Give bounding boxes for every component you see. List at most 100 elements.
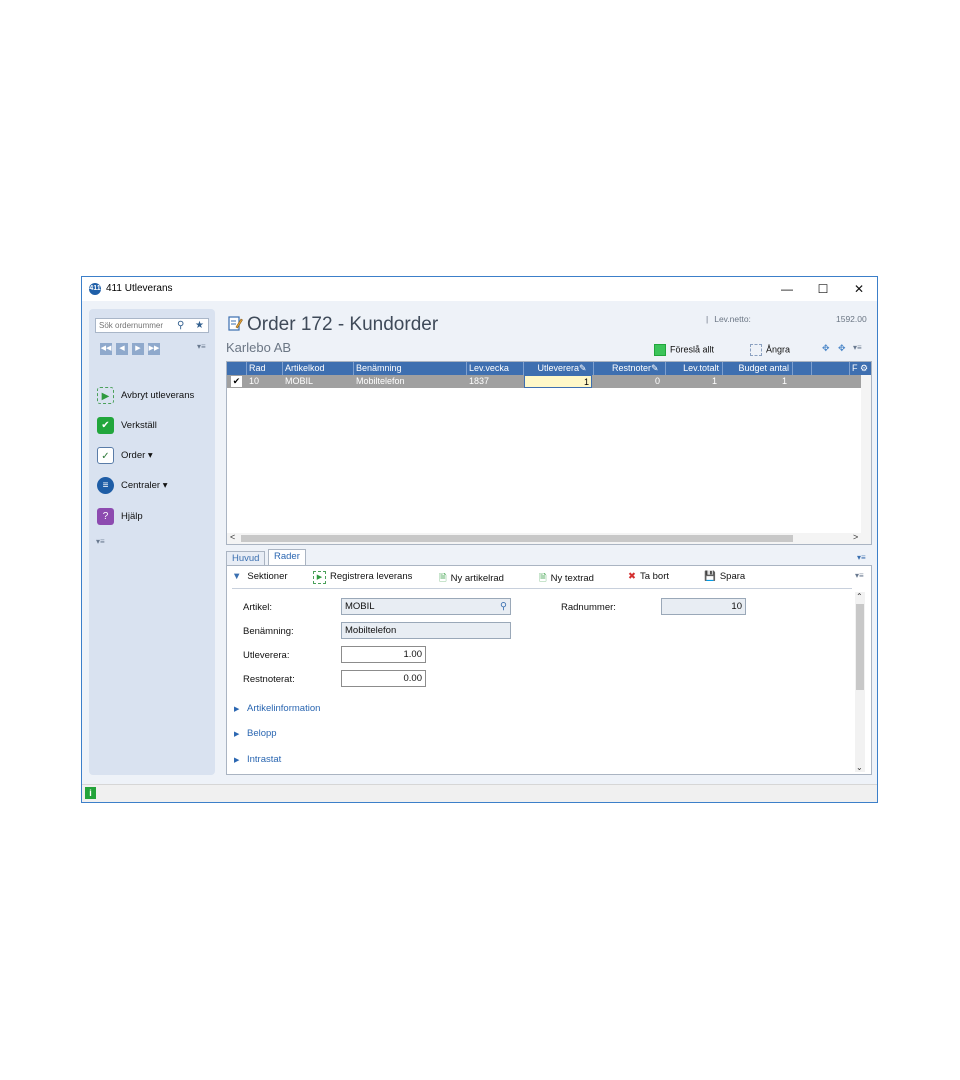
- artikel-search-icon[interactable]: ⚲: [500, 599, 507, 614]
- help-icon: ?: [97, 508, 114, 525]
- collapse-rows-icon[interactable]: ✥: [838, 343, 846, 354]
- col-empty-1[interactable]: [793, 362, 812, 375]
- cell-levvecka: 1837: [469, 376, 490, 386]
- previous-record-icon[interactable]: ◀: [116, 343, 128, 355]
- expand-rows-icon[interactable]: ✥: [822, 343, 830, 354]
- ny-textrad-button[interactable]: 🗎 Ny textrad: [539, 571, 594, 587]
- actions-options-icon[interactable]: ▾≡: [96, 537, 105, 546]
- close-button[interactable]: ✕: [841, 279, 877, 299]
- scroll-down-icon[interactable]: ⌄: [856, 763, 863, 772]
- tab-huvud[interactable]: Huvud: [226, 551, 266, 566]
- section-intrastat[interactable]: Intrastat: [247, 754, 281, 765]
- ta-bort-label: Ta bort: [639, 571, 670, 582]
- avbryt-utleverans-label: Avbryt utleverans: [121, 390, 195, 401]
- client-area: ⚲ ★ ◀◀ ◀ ▶ ▶▶ ▾≡ ▶ Avbryt utleverans ✔ V…: [82, 301, 877, 785]
- cell-benamning: Mobiltelefon: [356, 376, 405, 386]
- scroll-left-icon[interactable]: <: [230, 532, 235, 542]
- info-icon[interactable]: i: [85, 787, 96, 799]
- registrera-leverans-button[interactable]: ▶ Registrera leverans: [313, 571, 412, 584]
- col-rad[interactable]: Rad: [247, 362, 283, 375]
- ta-bort-button[interactable]: ✖ Ta bort: [628, 571, 669, 582]
- grid-options-icon[interactable]: ▾≡: [853, 343, 862, 352]
- paperclip-icon: ✎: [579, 363, 587, 373]
- row-checkbox[interactable]: ✔: [231, 376, 242, 387]
- section-belopp[interactable]: Belopp: [247, 728, 277, 739]
- lev-netto-label-text: Lev.netto:: [714, 314, 751, 324]
- undo-icon: [750, 344, 762, 356]
- expand-arrow-icon[interactable]: ▶: [234, 705, 239, 713]
- sidebar: ⚲ ★ ◀◀ ◀ ▶ ▶▶ ▾≡ ▶ Avbryt utleverans ✔ V…: [89, 309, 215, 775]
- col-select: [227, 362, 247, 375]
- suggest-all-icon: [654, 344, 666, 356]
- col-benamning[interactable]: Benämning: [354, 362, 467, 375]
- utleverera-label: Utleverera:: [243, 650, 290, 661]
- spara-button[interactable]: 💾 Spara: [704, 571, 745, 582]
- cell-utleverera-editor[interactable]: 1: [524, 375, 592, 388]
- grid-vertical-scrollbar[interactable]: [861, 375, 871, 533]
- angra-button[interactable]: Ångra: [750, 344, 790, 356]
- scroll-right-icon[interactable]: >: [853, 532, 858, 542]
- order-search: ⚲ ★: [95, 318, 209, 333]
- col-empty-2[interactable]: [812, 362, 850, 375]
- grid-scroll-thumb[interactable]: [241, 535, 793, 542]
- panel-options-icon[interactable]: ▾≡: [855, 571, 864, 580]
- restnoterat-field[interactable]: 0.00: [341, 670, 426, 687]
- order-search-input[interactable]: [96, 319, 175, 332]
- registrera-leverans-label: Registrera leverans: [330, 571, 413, 582]
- cell-budget-antal: 1: [781, 376, 787, 386]
- order-menu-button[interactable]: ✓ Order ▾: [97, 446, 213, 466]
- radnummer-field: 10: [661, 598, 746, 615]
- tab-rader[interactable]: Rader: [268, 549, 306, 566]
- status-bar: i: [82, 784, 877, 802]
- col-budget-antal[interactable]: Budget antal: [723, 362, 793, 375]
- centraler-label: Centraler ▾: [121, 480, 168, 491]
- sektioner-button[interactable]: ▼ Sektioner: [232, 571, 288, 582]
- favorite-star-icon[interactable]: ★: [195, 319, 204, 332]
- maximize-button[interactable]: ☐: [805, 279, 841, 299]
- wrench-icon[interactable]: ⚙: [860, 362, 868, 375]
- foresla-allt-button[interactable]: Föreslå allt: [654, 344, 714, 356]
- hjalp-button[interactable]: ? Hjälp: [97, 507, 213, 527]
- foresla-allt-label: Föreslå allt: [670, 344, 715, 355]
- spara-label: Spara: [719, 571, 746, 582]
- lev-netto-value: 1592.00: [836, 314, 867, 324]
- edit-order-icon: [228, 316, 243, 331]
- utleverera-field[interactable]: 1.00: [341, 646, 426, 663]
- verkstall-button[interactable]: ✔ Verkställ: [97, 416, 213, 436]
- delete-icon: ✖: [628, 571, 636, 582]
- col-levtotalt[interactable]: Lev.totalt: [666, 362, 723, 375]
- sidebar-options-icon[interactable]: ▾≡: [197, 342, 206, 351]
- central-icon: ≡: [97, 477, 114, 494]
- col-levvecka[interactable]: Lev.vecka: [467, 362, 524, 375]
- grid-horizontal-scrollbar[interactable]: < >: [227, 532, 871, 544]
- centraler-menu-button[interactable]: ≡ Centraler ▾: [97, 476, 213, 496]
- first-record-icon[interactable]: ◀◀: [100, 343, 112, 355]
- cell-restnoter: 0: [654, 376, 660, 386]
- artikel-field[interactable]: MOBIL ⚲: [341, 598, 511, 615]
- order-icon: ✓: [97, 447, 114, 464]
- section-artikelinformation[interactable]: Artikelinformation: [247, 703, 320, 714]
- page-title: Order 172 - Kundorder: [247, 314, 439, 335]
- panel-scroll-thumb[interactable]: [856, 604, 864, 690]
- sektioner-label: Sektioner: [247, 571, 288, 582]
- benamning-field[interactable]: Mobiltelefon: [341, 622, 511, 639]
- checkmark-icon: ✔: [97, 417, 114, 434]
- scroll-up-icon[interactable]: ⌃: [856, 592, 863, 601]
- table-row[interactable]: ✔ 10 MOBIL Mobiltelefon 1837 1 0 1 1: [227, 375, 871, 388]
- last-record-icon[interactable]: ▶▶: [148, 343, 160, 355]
- benamning-label: Benämning:: [243, 626, 294, 637]
- hjalp-label: Hjälp: [121, 511, 143, 522]
- expand-arrow-icon[interactable]: ▶: [234, 730, 239, 738]
- next-record-icon[interactable]: ▶: [132, 343, 144, 355]
- expand-arrow-icon[interactable]: ▶: [234, 756, 239, 764]
- panel-vertical-scrollbar[interactable]: ⌃ ⌄: [855, 592, 865, 772]
- avbryt-utleverans-button[interactable]: ▶ Avbryt utleverans: [97, 386, 213, 406]
- minimize-button[interactable]: —: [769, 279, 805, 299]
- customer-name: Karlebo AB: [226, 340, 292, 355]
- ny-artikelrad-button[interactable]: 🗎 Ny artikelrad: [439, 571, 504, 587]
- col-artikelkod[interactable]: Artikelkod: [283, 362, 354, 375]
- tabs-options-icon[interactable]: ▾≡: [857, 553, 866, 562]
- ny-artikelrad-label: Ny artikelrad: [450, 573, 504, 584]
- angra-label: Ångra: [766, 344, 791, 355]
- search-icon[interactable]: ⚲: [177, 319, 184, 332]
